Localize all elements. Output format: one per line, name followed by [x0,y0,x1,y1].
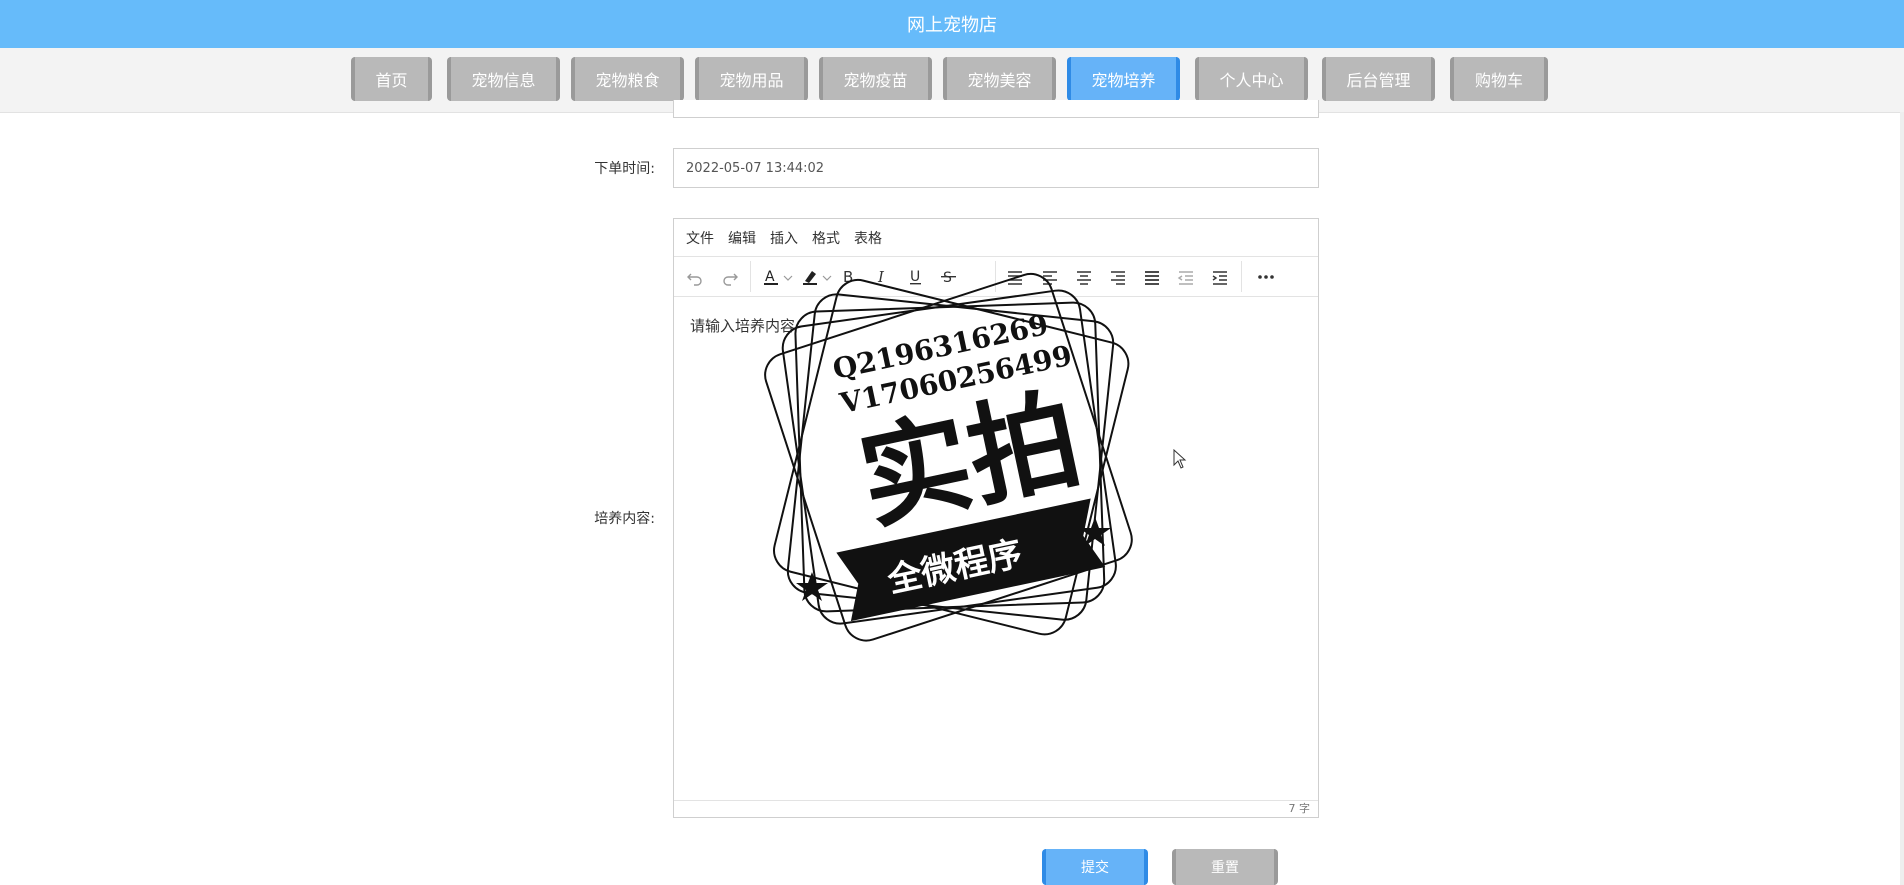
editor-statusbar: 7 字 [674,800,1318,817]
mouse-cursor-icon [1173,449,1187,469]
menu-insert[interactable]: 插入 [770,228,798,248]
watermark-stamp: Q2196316269 V17060256499 实拍 全微程序 [764,272,1133,642]
indent-icon[interactable] [1208,265,1232,289]
menu-format[interactable]: 格式 [812,228,840,248]
nav-item-pet-supplies[interactable]: 宠物用品 [695,57,808,101]
undo-icon[interactable] [683,265,707,289]
previous-field[interactable] [673,100,1319,118]
menu-edit[interactable]: 编辑 [728,228,756,248]
nav-item-pet-grooming[interactable]: 宠物美容 [943,57,1056,101]
submit-button[interactable]: 提交 [1042,849,1148,885]
order-time-value: 2022-05-07 13:44:02 [686,160,825,176]
nav-item-home[interactable]: 首页 [351,57,432,101]
nav-item-pet-info[interactable]: 宠物信息 [447,57,560,101]
more-icon[interactable] [1254,265,1278,289]
star-icon [796,572,828,601]
menu-file[interactable]: 文件 [686,228,714,248]
menu-table[interactable]: 表格 [854,228,882,248]
nav-item-admin[interactable]: 后台管理 [1322,57,1435,101]
redo-icon[interactable] [718,265,742,289]
site-title: 网上宠物店 [907,15,997,36]
order-time-label: 下单时间: [594,161,655,177]
reset-button[interactable]: 重置 [1172,849,1278,885]
site-header: 网上宠物店 [0,0,1904,48]
nav-item-user-center[interactable]: 个人中心 [1195,57,1308,101]
order-time-input[interactable]: 2022-05-07 13:44:02 [673,148,1319,188]
nav-item-pet-food[interactable]: 宠物粮食 [571,57,684,101]
page-scrollbar[interactable] [1900,112,1904,885]
outdent-icon[interactable] [1174,265,1198,289]
nav-item-pet-training[interactable]: 宠物培养 [1067,57,1180,101]
nav-item-pet-vaccine[interactable]: 宠物疫苗 [819,57,932,101]
nav-item-cart[interactable]: 购物车 [1450,57,1548,101]
content-label: 培养内容: [594,511,655,527]
word-count: 7 字 [1288,802,1311,815]
